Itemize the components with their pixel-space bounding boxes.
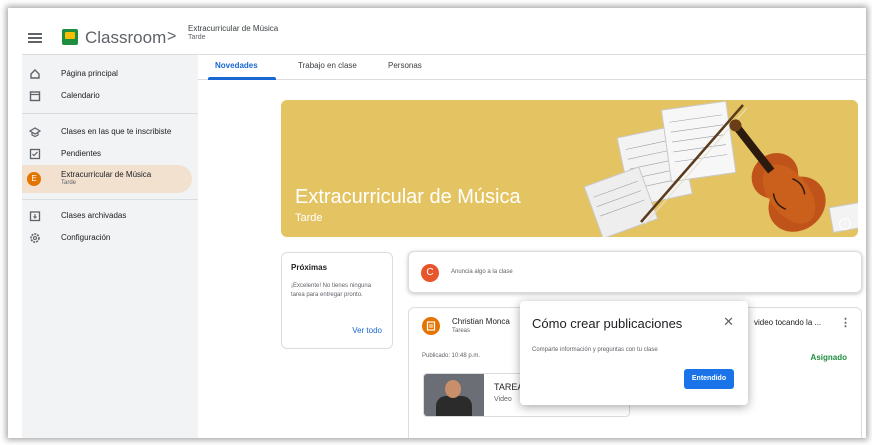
sidebar-item-label: Configuración	[61, 233, 111, 242]
sidebar-item-home[interactable]: Página principal	[22, 63, 192, 85]
post-author: Christian Monca	[452, 317, 510, 326]
upcoming-card: Próximas ¡Excelente! No tienes ninguna t…	[281, 252, 393, 349]
gear-icon	[29, 232, 41, 244]
more-options-icon[interactable]: ⋮	[840, 316, 851, 329]
breadcrumb-separator: >	[167, 28, 177, 45]
banner-class-section: Tarde	[295, 212, 323, 224]
announce-box[interactable]: C Anuncia algo a la clase	[408, 251, 862, 293]
top-bar: Classroom > Extracurricular de Música Ta…	[22, 24, 866, 55]
sidebar-item-archived[interactable]: Clases archivadas	[22, 205, 192, 227]
sidebar-item-label: Clases archivadas	[61, 211, 127, 220]
sidebar-item-label: Clases en las que te inscribiste	[61, 127, 172, 136]
sidebar-item-label: Página principal	[61, 69, 118, 78]
post-title[interactable]: video tocando la ...	[754, 318, 821, 327]
music-illustration	[583, 100, 858, 237]
sidebar-item-label: Pendientes	[61, 149, 102, 158]
tab-classwork[interactable]: Trabajo en clase	[298, 61, 357, 70]
view-all-link[interactable]: Ver todo	[352, 326, 382, 335]
sidebar-divider	[22, 199, 198, 200]
banner-class-title[interactable]: Extracurricular de Música	[295, 186, 521, 209]
user-avatar: C	[421, 264, 439, 282]
home-icon	[29, 68, 41, 80]
class-avatar: E	[27, 172, 41, 186]
breadcrumb-class-title[interactable]: Extracurricular de Música	[188, 24, 278, 33]
post-date: Publicado: 10:48 p.m.	[422, 353, 481, 359]
attachment-type: Video	[494, 396, 512, 403]
sidebar-divider	[22, 113, 198, 114]
dialog-text: Comparte información y preguntas con tu …	[532, 347, 658, 353]
app-name[interactable]: Classroom	[85, 28, 166, 48]
window-frame: Classroom > Extracurricular de Música Ta…	[8, 8, 866, 438]
got-it-button[interactable]: Entendido	[684, 369, 734, 389]
sidebar-item-music-class[interactable]: E Extracurricular de Música Tarde	[22, 165, 192, 193]
class-tabs: Novedades Trabajo en clase Personas	[198, 55, 866, 80]
checklist-icon	[29, 148, 41, 160]
close-icon[interactable]: ✕	[723, 314, 734, 330]
sidebar-item-calendar[interactable]: Calendario	[22, 85, 192, 107]
sidebar-item-sublabel: Tarde	[61, 180, 77, 186]
active-tab-indicator	[208, 77, 276, 80]
calendar-icon	[29, 90, 41, 102]
announce-placeholder[interactable]: Anuncia algo a la clase	[451, 269, 513, 275]
hamburger-menu-icon[interactable]	[28, 31, 42, 45]
classroom-page: Classroom > Extracurricular de Música Ta…	[22, 24, 866, 438]
breadcrumb-class-section: Tarde	[188, 34, 206, 41]
sidebar-item-label: Calendario	[61, 91, 100, 100]
school-icon	[28, 126, 42, 138]
sidebar-item-enrolled[interactable]: Clases en las que te inscribiste	[22, 121, 192, 143]
sidebar-item-label: Extracurricular de Música	[61, 170, 152, 179]
sidebar-item-todo[interactable]: Pendientes	[22, 143, 192, 165]
sidebar: Página principal Calendario Clases en la…	[22, 55, 198, 438]
assignment-icon	[422, 317, 440, 335]
classroom-logo-icon[interactable]	[62, 29, 78, 45]
post-type: Tareas	[452, 328, 471, 334]
upcoming-title: Próximas	[291, 263, 328, 272]
status-badge: Asignado	[810, 353, 847, 362]
info-icon[interactable]: i	[839, 218, 851, 230]
class-banner: Extracurricular de Música Tarde i	[281, 100, 858, 237]
video-thumbnail	[424, 374, 484, 416]
sidebar-item-settings[interactable]: Configuración	[22, 227, 192, 249]
tab-stream[interactable]: Novedades	[215, 61, 258, 70]
upcoming-message: ¡Excelente! No tienes ninguna tarea para…	[291, 283, 372, 298]
archive-icon	[29, 210, 41, 222]
attachment-title: TAREA	[494, 382, 524, 392]
dialog-title: Cómo crear publicaciones	[532, 316, 683, 331]
create-post-tip-dialog: Cómo crear publicaciones ✕ Comparte info…	[520, 301, 748, 405]
tab-people[interactable]: Personas	[388, 61, 422, 70]
